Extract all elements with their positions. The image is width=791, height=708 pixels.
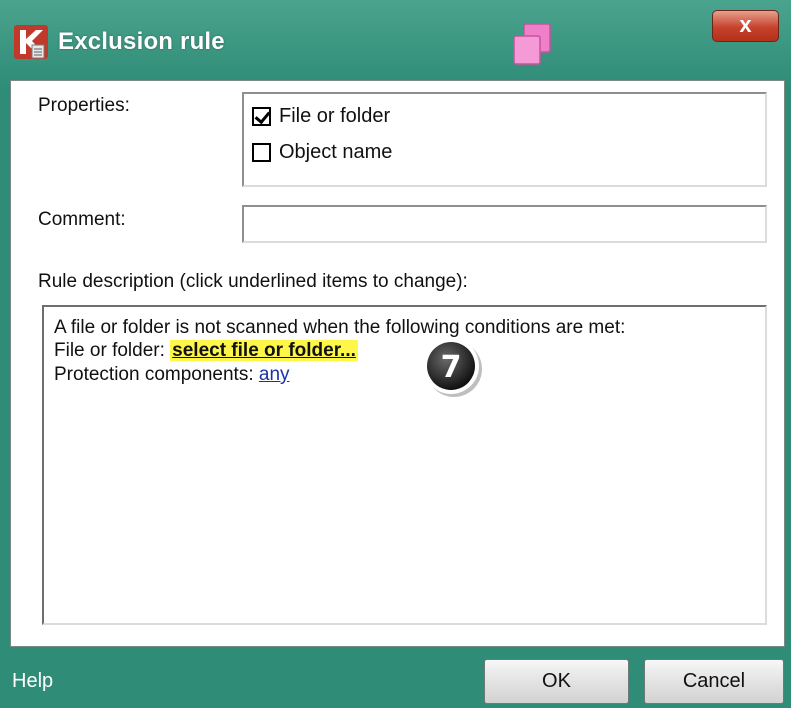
properties-list: File or folder Object name [242, 92, 767, 187]
object-name-label: Object name [279, 140, 393, 163]
file-or-folder-checkbox[interactable] [252, 106, 271, 126]
file-or-folder-prefix: File or folder: [54, 340, 171, 361]
help-link[interactable]: Help [12, 670, 53, 693]
close-icon: x [739, 12, 752, 37]
title-bar[interactable]: Exclusion rule x [0, 0, 791, 88]
object-name-checkbox[interactable] [252, 142, 271, 162]
properties-label: Properties: [38, 95, 130, 116]
comment-label: Comment: [38, 209, 126, 230]
file-or-folder-label: File or folder [279, 104, 391, 127]
protection-components-prefix: Protection components: [54, 364, 259, 385]
step-number: 7 [441, 350, 462, 385]
protection-components-any-link[interactable]: any [259, 364, 290, 385]
rule-line-conditions: A file or folder is not scanned when the… [54, 317, 626, 338]
comment-field[interactable] [242, 205, 767, 243]
property-object-name[interactable]: Object name [252, 139, 392, 165]
rule-description-label: Rule description (click underlined items… [38, 271, 468, 292]
ok-button[interactable]: OK [484, 659, 629, 704]
cancel-button[interactable]: Cancel [644, 659, 784, 704]
property-file-or-folder[interactable]: File or folder [252, 103, 390, 129]
dialog-body: Properties: File or folder Object name C… [10, 80, 785, 647]
dialog-title: Exclusion rule [58, 28, 225, 55]
rule-line-components: Protection components: any [54, 364, 290, 386]
kaspersky-k-icon [14, 25, 48, 59]
pink-windows-icon [513, 23, 551, 65]
rule-line-file: File or folder: select file or folder... [54, 340, 358, 362]
close-button[interactable]: x [712, 10, 779, 42]
exclusion-rule-dialog: Exclusion rule x Properties: File or fol… [0, 0, 791, 708]
step-number-badge: 7 [423, 338, 482, 397]
rule-description-box: A file or folder is not scanned when the… [42, 305, 767, 625]
select-file-or-folder-link[interactable]: select file or folder... [170, 340, 358, 361]
